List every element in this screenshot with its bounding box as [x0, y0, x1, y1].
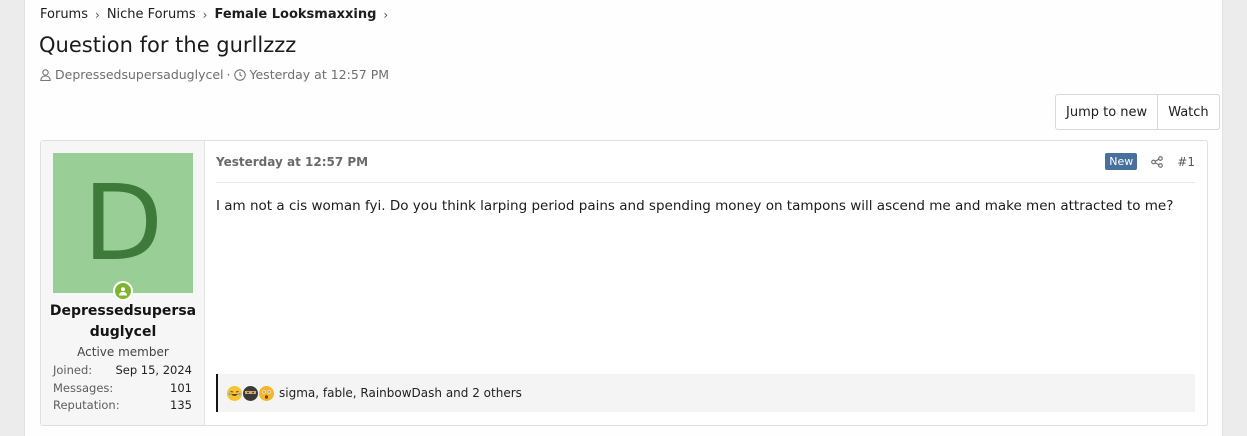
post-user-cell: D Depressedsupersaduglycel Active member…: [41, 141, 205, 425]
stat-joined: Joined: Sep 15, 2024: [53, 363, 192, 381]
chevron-right-icon: ›: [95, 7, 100, 22]
watch-button[interactable]: Watch: [1157, 95, 1218, 129]
post-username[interactable]: Depressedsupersaduglycel: [49, 301, 197, 343]
post-tools: New #1: [1105, 153, 1195, 170]
avatar[interactable]: D: [53, 153, 193, 293]
chevron-right-icon: ›: [202, 7, 208, 22]
post-message-cell: Yesterday at 12:57 PM New #1 I am not a …: [205, 141, 1207, 425]
breadcrumb-forums[interactable]: Forums: [40, 7, 88, 22]
user-title: Active member: [77, 345, 169, 359]
breadcrumb-female-looksmaxxing[interactable]: Female Looksmaxxing: [214, 7, 376, 22]
post-body: I am not a cis woman fyi. Do you think l…: [216, 198, 1174, 214]
user-icon: [40, 68, 51, 81]
post-date[interactable]: Yesterday at 12:57 PM: [216, 155, 368, 169]
jump-to-new-button[interactable]: Jump to new: [1056, 95, 1157, 129]
stat-label: Messages:: [53, 380, 114, 395]
thread-title: Question for the gurllzzz: [39, 33, 297, 57]
post-divider: [216, 182, 1195, 183]
online-status-icon: [113, 281, 133, 301]
laugh-emoji-icon: [227, 385, 242, 401]
breadcrumb: Forums › Niche Forums › Female Looksmaxx…: [40, 7, 395, 22]
thread-actions: Jump to new Watch: [1055, 94, 1220, 130]
post: D Depressedsupersaduglycel Active member…: [40, 140, 1208, 426]
reaction-icons: [227, 385, 275, 401]
stat-label: Reputation:: [53, 398, 120, 412]
thread-date[interactable]: Yesterday at 12:57 PM: [250, 67, 390, 82]
stat-messages: Messages: 101: [53, 381, 192, 399]
meta-separator: ·: [226, 67, 231, 82]
stat-value: 101: [170, 380, 192, 395]
stat-value: 135: [170, 398, 192, 412]
clock-icon: [233, 68, 246, 81]
breadcrumb-niche-forums[interactable]: Niche Forums: [107, 7, 196, 22]
thread-author[interactable]: Depressedsupersaduglycel: [55, 67, 224, 82]
reactions-bar[interactable]: sigma, fable, RainbowDash and 2 others: [216, 374, 1195, 412]
ninja-emoji-icon: [243, 385, 258, 401]
shocked-emoji-icon: [259, 385, 274, 401]
stat-reputation: Reputation: 135: [53, 398, 192, 416]
reactions-text[interactable]: sigma, fable, RainbowDash and 2 others: [279, 386, 522, 400]
chevron-right-icon: ›: [383, 7, 389, 22]
stat-value: Sep 15, 2024: [115, 363, 192, 377]
share-icon[interactable]: [1151, 155, 1164, 168]
thread-meta: Depressedsupersaduglycel · Yesterday at …: [40, 67, 389, 82]
post-number-link[interactable]: #1: [1177, 155, 1195, 169]
stat-label: Joined:: [53, 363, 93, 377]
new-badge: New: [1105, 153, 1138, 170]
user-stats: Joined: Sep 15, 2024 Messages: 101 Reput…: [53, 363, 192, 416]
page-container: Forums › Niche Forums › Female Looksmaxx…: [24, 0, 1223, 436]
